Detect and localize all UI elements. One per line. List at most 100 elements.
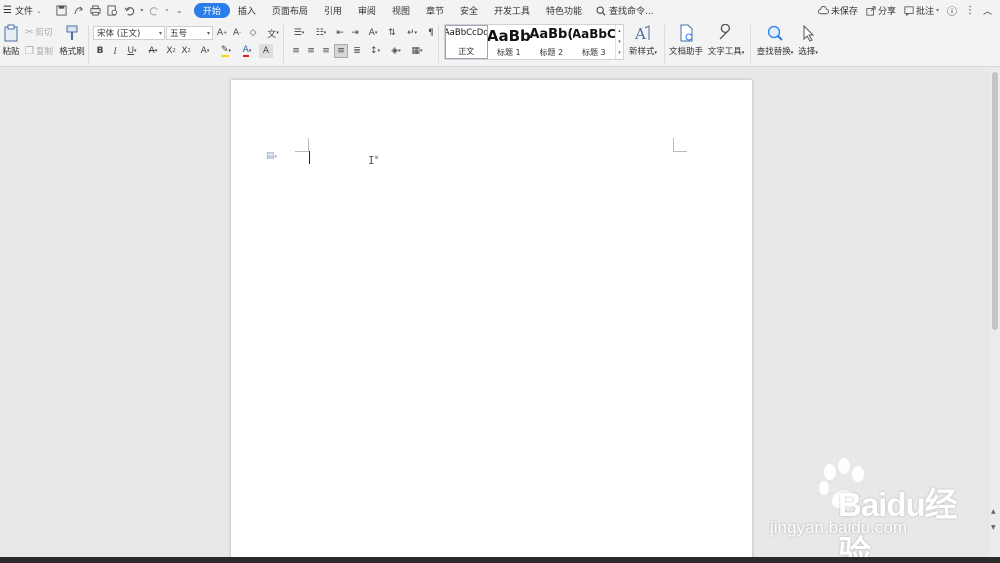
text-tools-label-wrap: 文字工具▾: [707, 47, 745, 57]
numbered-list-icon[interactable]: ☷ ▾: [311, 26, 331, 40]
increase-indent-icon[interactable]: ⇥: [348, 26, 362, 40]
style-preview: AaBb(: [530, 27, 573, 42]
style-heading-1[interactable]: AaBb 标题 1: [488, 25, 531, 59]
margin-corner-top-left: [295, 138, 309, 152]
share-button[interactable]: 分享: [862, 0, 900, 21]
tab-insert[interactable]: 插入: [230, 0, 264, 21]
format-painter-button[interactable]: 格式刷: [59, 24, 85, 57]
style-name: 标题 3: [582, 48, 606, 57]
paste-options-icon[interactable]: ▤▾: [266, 151, 277, 161]
bullet-list-icon[interactable]: ☰ ▾: [289, 26, 309, 40]
comment-button[interactable]: 批注 ▾: [900, 0, 943, 21]
paragraph-settings-icon[interactable]: ¶: [424, 26, 438, 40]
borders-icon[interactable]: ▦ ▾: [408, 44, 426, 58]
paste-button[interactable]: 粘贴: [1, 24, 21, 57]
increase-font-icon[interactable]: A +: [215, 26, 229, 40]
doc-assistant-button[interactable]: 文档助手: [669, 24, 703, 57]
styles-scroll[interactable]: ▴ ▾ ▾: [615, 25, 623, 59]
chevron-down-icon: ▾: [206, 30, 210, 37]
find-replace-button[interactable]: 查找替换▾: [755, 24, 795, 57]
text-effect-icon[interactable]: A ▾: [196, 44, 214, 58]
redo-icon[interactable]: [147, 3, 162, 18]
tab-security[interactable]: 安全: [452, 0, 486, 21]
find-replace-label: 查找替换: [756, 47, 791, 57]
tab-start[interactable]: 开始: [193, 3, 230, 18]
print-preview-icon[interactable]: [105, 3, 120, 18]
tab-references[interactable]: 引用: [316, 0, 350, 21]
chinese-layout-icon[interactable]: A ▾: [364, 26, 382, 40]
save-icon[interactable]: [54, 3, 69, 18]
bold-icon[interactable]: B: [93, 44, 107, 58]
customize-toolbar-icon[interactable]: ⌄: [172, 3, 187, 18]
document-page[interactable]: ▤▾ I≡: [231, 80, 752, 560]
new-style-button[interactable]: A 新样式▾: [627, 24, 659, 57]
font-color-icon[interactable]: A ▾: [238, 44, 256, 58]
scroll-prev-page-icon[interactable]: ▲: [991, 508, 996, 515]
share-label: 分享: [877, 7, 896, 17]
shading-icon[interactable]: ◈ ▾: [387, 44, 405, 58]
subscript-icon[interactable]: X2: [179, 44, 193, 58]
justify-icon[interactable]: ≡: [334, 44, 348, 58]
font-size-select[interactable]: 五号 ▾: [166, 26, 213, 40]
redo-dropdown-icon[interactable]: ▾: [164, 3, 170, 18]
decrease-indent-icon[interactable]: ⇤: [333, 26, 347, 40]
tab-review[interactable]: 审阅: [350, 0, 384, 21]
sort-icon[interactable]: ⇅: [385, 26, 399, 40]
tab-features[interactable]: 特色功能: [538, 0, 590, 21]
align-center-icon[interactable]: ≡: [304, 44, 318, 58]
tab-page-layout[interactable]: 页面布局: [264, 0, 316, 21]
distributed-icon[interactable]: ≣: [350, 44, 364, 58]
clear-format-icon[interactable]: ◇: [246, 26, 260, 40]
cloud-icon: [817, 5, 829, 14]
show-marks-icon[interactable]: ↵ ▾: [403, 26, 421, 40]
text-tools-button[interactable]: 文字工具▾: [706, 24, 746, 57]
underline-icon[interactable]: U ▾: [123, 44, 141, 58]
select-button[interactable]: 选择▾: [796, 24, 820, 57]
paste-label: 粘贴: [2, 47, 20, 57]
menu-bar: ☰ 文件 ⌄ ▾ ▾ ⌄ 开始 插入 页面布局 引用 审阅 视图 章节 安全 开…: [0, 0, 1000, 21]
new-style-label-wrap: 新样式▾: [628, 47, 658, 57]
italic-icon[interactable]: I: [108, 44, 122, 58]
more-icon[interactable]: ⋮: [961, 0, 979, 21]
vertical-scrollbar[interactable]: ▲ ▼: [990, 68, 1000, 557]
export-pdf-icon[interactable]: [71, 3, 86, 18]
decrease-font-icon[interactable]: A-: [230, 26, 244, 40]
align-left-icon[interactable]: ≡: [289, 44, 303, 58]
character-shading-icon[interactable]: A: [259, 44, 273, 58]
format-painter-label: 格式刷: [59, 47, 85, 57]
superscript-icon[interactable]: X2: [164, 44, 178, 58]
paintbrush-icon: [66, 25, 78, 40]
style-heading-3[interactable]: AaBbC 标题 3: [573, 25, 616, 59]
baidu-jingyan-watermark: Baidu经验 jingyan.baidu.com: [768, 458, 968, 563]
print-icon[interactable]: [88, 3, 103, 18]
cut-button[interactable]: ✂ 剪切: [25, 26, 52, 39]
strikethrough-icon[interactable]: A ▾: [144, 44, 162, 58]
highlight-icon[interactable]: ✎ ▾: [217, 44, 235, 58]
chevron-down-icon: ▾: [618, 38, 621, 45]
ibeam-pointer-icon: I≡: [368, 154, 379, 167]
tab-view[interactable]: 视图: [384, 0, 418, 21]
unsaved-status[interactable]: 未保存: [814, 0, 862, 21]
copy-button[interactable]: ❐ 复制: [25, 45, 53, 58]
help-icon[interactable]: ⓘ: [943, 0, 961, 21]
style-heading-2[interactable]: AaBb( 标题 2: [530, 25, 573, 59]
font-name-select[interactable]: 宋体 (正文) ▾: [93, 26, 165, 40]
copy-icon: ❐: [25, 45, 34, 57]
svg-text:A: A: [634, 25, 646, 42]
scroll-next-page-icon[interactable]: ▼: [991, 524, 996, 531]
divider: [283, 25, 284, 63]
undo-dropdown-icon[interactable]: ▾: [139, 3, 145, 18]
select-label-wrap: 选择▾: [798, 47, 818, 57]
align-right-icon[interactable]: ≡: [319, 44, 333, 58]
file-menu[interactable]: ☰ 文件 ⌄: [0, 0, 46, 21]
phonetic-guide-icon[interactable]: 文 ▾: [264, 26, 282, 40]
line-spacing-icon[interactable]: ↕ ▾: [366, 44, 384, 58]
tab-chapter[interactable]: 章节: [418, 0, 452, 21]
tab-developer[interactable]: 开发工具: [486, 0, 538, 21]
collapse-ribbon-icon[interactable]: ︿: [979, 0, 996, 21]
divider: [750, 25, 751, 63]
style-normal[interactable]: AaBbCcDd 正文: [445, 25, 488, 59]
undo-icon[interactable]: [122, 3, 137, 18]
command-search[interactable]: 查找命令...: [590, 4, 660, 17]
scroll-thumb[interactable]: [992, 72, 998, 330]
